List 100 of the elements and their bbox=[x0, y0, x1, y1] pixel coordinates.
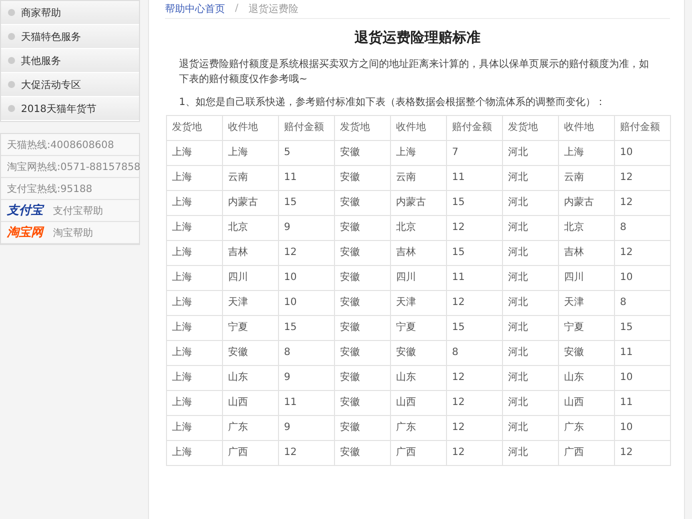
table-cell: 11 bbox=[278, 390, 334, 416]
column-header: 收件地 bbox=[222, 116, 278, 140]
bullet-icon bbox=[8, 33, 15, 40]
table-cell: 上海 bbox=[166, 216, 222, 240]
bullet-icon bbox=[8, 9, 15, 16]
table-cell: 12 bbox=[614, 190, 670, 216]
table-cell: 上海 bbox=[166, 416, 222, 440]
table-cell: 安徽 bbox=[334, 266, 390, 290]
table-cell: 山东 bbox=[222, 366, 278, 390]
table-cell: 河北 bbox=[502, 190, 558, 216]
table-cell: 云南 bbox=[390, 166, 446, 190]
table-cell: 上海 bbox=[390, 140, 446, 166]
bullet-icon bbox=[8, 105, 15, 112]
sidebar-menu-item[interactable]: 商家帮助 bbox=[1, 1, 139, 25]
table-cell: 广西 bbox=[390, 440, 446, 466]
table-cell: 10 bbox=[614, 140, 670, 166]
table-cell: 北京 bbox=[222, 216, 278, 240]
table-cell: 安徽 bbox=[334, 366, 390, 390]
hotline-text: 天猫热线:4008608608 bbox=[7, 138, 114, 152]
sidebar-menu-item[interactable]: 天猫特色服务 bbox=[1, 25, 139, 49]
table-cell: 安徽 bbox=[334, 390, 390, 416]
table-cell: 河北 bbox=[502, 140, 558, 166]
sidebar-menu-item[interactable]: 其他服务 bbox=[1, 49, 139, 73]
table-cell: 河北 bbox=[502, 266, 558, 290]
table-cell: 11 bbox=[614, 340, 670, 366]
table-cell: 上海 bbox=[558, 140, 614, 166]
table-cell: 12 bbox=[446, 390, 502, 416]
table-cell: 天津 bbox=[390, 290, 446, 316]
column-header: 赔付金额 bbox=[278, 116, 334, 140]
table-cell: 北京 bbox=[558, 216, 614, 240]
table-cell: 12 bbox=[614, 166, 670, 190]
table-cell: 河北 bbox=[502, 440, 558, 466]
table-cell: 12 bbox=[446, 366, 502, 390]
table-cell: 10 bbox=[614, 366, 670, 390]
table-cell: 吉林 bbox=[390, 240, 446, 266]
hotline-text: 支付宝热线:95188 bbox=[7, 182, 92, 196]
column-header: 发货地 bbox=[334, 116, 390, 140]
table-cell: 上海 bbox=[166, 166, 222, 190]
table-cell: 河北 bbox=[502, 340, 558, 366]
table-cell: 上海 bbox=[166, 366, 222, 390]
table-cell: 河北 bbox=[502, 366, 558, 390]
table-cell: 安徽 bbox=[222, 340, 278, 366]
table-cell: 11 bbox=[446, 166, 502, 190]
table-cell: 天津 bbox=[222, 290, 278, 316]
table-cell: 上海 bbox=[166, 440, 222, 466]
column-header: 发货地 bbox=[502, 116, 558, 140]
breadcrumb-separator: / bbox=[235, 3, 238, 14]
table-cell: 河北 bbox=[502, 390, 558, 416]
table-cell: 内蒙古 bbox=[558, 190, 614, 216]
column-header: 收件地 bbox=[390, 116, 446, 140]
table-cell: 宁夏 bbox=[222, 316, 278, 340]
table-cell: 8 bbox=[614, 290, 670, 316]
table-cell: 北京 bbox=[390, 216, 446, 240]
table-cell: 安徽 bbox=[390, 340, 446, 366]
table-cell: 15 bbox=[446, 240, 502, 266]
table-cell: 山东 bbox=[390, 366, 446, 390]
table-cell: 河北 bbox=[502, 240, 558, 266]
table-cell: 广东 bbox=[390, 416, 446, 440]
table-cell: 上海 bbox=[166, 316, 222, 340]
table-cell: 广东 bbox=[222, 416, 278, 440]
table-cell: 安徽 bbox=[334, 140, 390, 166]
table-cell: 12 bbox=[614, 440, 670, 466]
table-cell: 15 bbox=[614, 316, 670, 340]
table-cell: 安徽 bbox=[334, 190, 390, 216]
hotline-text: 淘宝网热线:0571-88157858 bbox=[7, 160, 140, 174]
table-cell: 12 bbox=[446, 290, 502, 316]
table-cell: 7 bbox=[446, 140, 502, 166]
table-cell: 山西 bbox=[222, 390, 278, 416]
column-header: 收件地 bbox=[558, 116, 614, 140]
table-cell: 9 bbox=[278, 216, 334, 240]
column-header: 赔付金额 bbox=[614, 116, 670, 140]
table-cell: 安徽 bbox=[334, 216, 390, 240]
table-cell: 10 bbox=[614, 416, 670, 440]
table-cell: 12 bbox=[278, 440, 334, 466]
breadcrumb-current: 退货运费险 bbox=[248, 2, 298, 16]
logo: 支付宝 bbox=[7, 202, 43, 219]
table-cell: 四川 bbox=[390, 266, 446, 290]
table-cell: 河北 bbox=[502, 316, 558, 340]
table-cell: 上海 bbox=[166, 390, 222, 416]
table-cell: 10 bbox=[278, 290, 334, 316]
table-cell: 5 bbox=[278, 140, 334, 166]
table-cell: 9 bbox=[278, 416, 334, 440]
sidebar-menu-item[interactable]: 大促活动专区 bbox=[1, 73, 139, 97]
sidebar-menu-item[interactable]: 2018天猫年货节 bbox=[1, 97, 139, 121]
table-cell: 10 bbox=[614, 266, 670, 290]
table-cell: 安徽 bbox=[334, 290, 390, 316]
table-cell: 宁夏 bbox=[390, 316, 446, 340]
table-cell: 15 bbox=[446, 190, 502, 216]
table-cell: 15 bbox=[446, 316, 502, 340]
table-cell: 山西 bbox=[390, 390, 446, 416]
table-cell: 天津 bbox=[558, 290, 614, 316]
table-cell: 12 bbox=[614, 240, 670, 266]
bullet-icon bbox=[8, 81, 15, 88]
table-cell: 云南 bbox=[558, 166, 614, 190]
breadcrumb-link[interactable]: 帮助中心首页 bbox=[165, 2, 225, 16]
column-header: 发货地 bbox=[166, 116, 222, 140]
table-cell: 安徽 bbox=[334, 316, 390, 340]
table-cell: 11 bbox=[614, 390, 670, 416]
bullet-icon bbox=[8, 57, 15, 64]
table-cell: 15 bbox=[278, 190, 334, 216]
